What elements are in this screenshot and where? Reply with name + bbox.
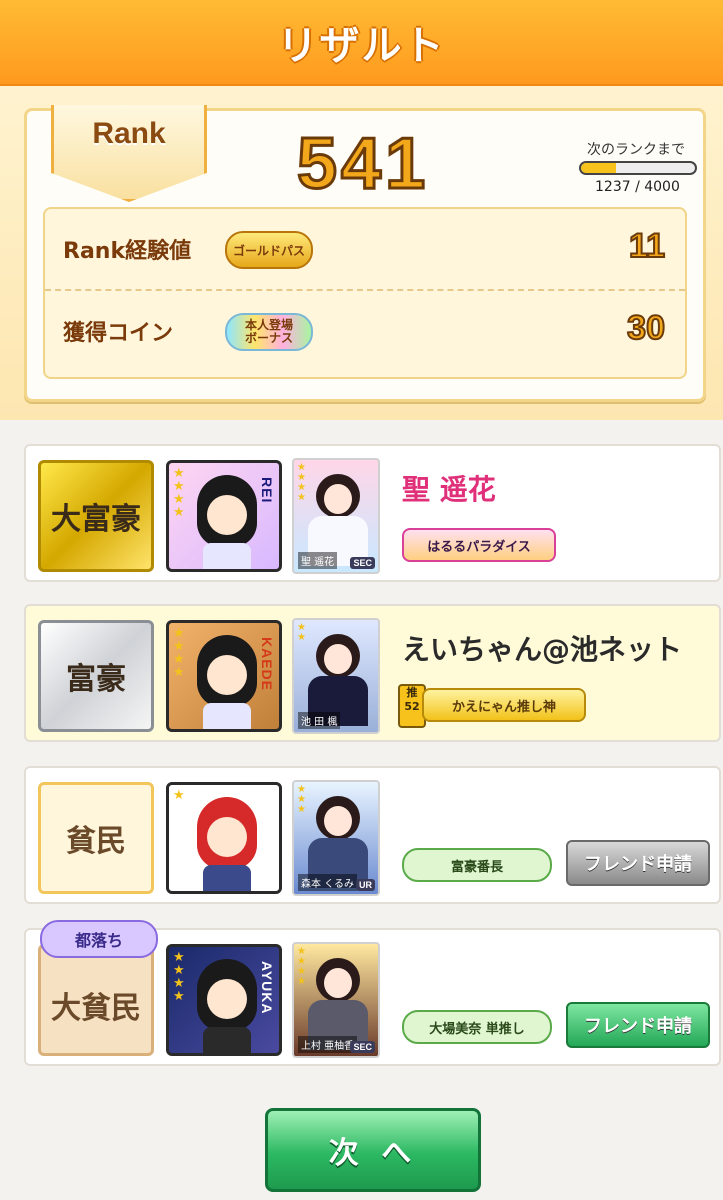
status-badge: 大貧民 bbox=[38, 944, 154, 1056]
star-icon: ★ ★ ★ ★ bbox=[173, 626, 185, 680]
player-row-4: 大貧民 都落ち ★ ★ ★ ★ AYUKA ★ ★ ★ ★ 上村 亜柚香 SEC 大場美奈 … bbox=[24, 920, 721, 1066]
card-rarity: UR bbox=[356, 879, 375, 891]
player-name: えいちゃん@池ネット bbox=[402, 633, 683, 666]
member-photo-icon bbox=[316, 796, 360, 840]
next-rank-label: 次のランクまで bbox=[587, 142, 685, 158]
exp-label: Rank経験値 bbox=[63, 239, 192, 264]
star-icon: ★ ★ ★ bbox=[297, 784, 306, 815]
avatar[interactable]: ★ ★ ★ ★ REI bbox=[166, 460, 282, 572]
avatar-face-icon bbox=[197, 475, 257, 547]
avatar[interactable]: ★ ★ ★ ★ AYUKA bbox=[166, 944, 282, 1056]
member-photo-icon bbox=[316, 958, 360, 1002]
star-icon: ★ ★ ★ ★ bbox=[173, 950, 185, 1004]
avatar[interactable]: ★ bbox=[166, 782, 282, 894]
player-name: 聖 遥花 bbox=[402, 473, 496, 506]
player-row-2: 富豪 ★ ★ ★ ★ KAEDE ★ ★ 池 田 楓 えいちゃん@池ネット 推 52 か… bbox=[24, 604, 721, 742]
avatar-face-icon bbox=[197, 959, 257, 1031]
avatar-body-icon bbox=[203, 703, 251, 729]
appearance-bonus-badge-subtext: ボーナス bbox=[244, 331, 293, 345]
avatar-name: AYUKA bbox=[259, 961, 275, 1015]
avatar-body-icon bbox=[203, 543, 251, 569]
avatar-body-icon bbox=[203, 865, 251, 891]
player-row-3: 貧民 ★ ★ ★ ★ 森本 くるみ UR 富豪番長 フレンド申請 bbox=[24, 766, 721, 904]
title-badge: かえにゃん推し神 bbox=[422, 688, 586, 722]
avatar[interactable]: ★ ★ ★ ★ KAEDE bbox=[166, 620, 282, 732]
reward-box: Rank経験値 ゴールドパス 11 獲得コイン 本人登場 ボーナス 30 bbox=[43, 207, 687, 379]
player-row-1: 大富豪 ★ ★ ★ ★ REI ★ ★ ★ ★ 聖 遥花 SEC 聖 遥花 はるるパラダイス bbox=[24, 444, 721, 582]
member-card[interactable]: ★ ★ ★ ★ 聖 遥花 SEC bbox=[292, 458, 380, 574]
card-rarity: SEC bbox=[350, 1041, 375, 1053]
avatar-body-icon bbox=[203, 1027, 251, 1053]
oshi-level: 52 bbox=[404, 700, 420, 713]
star-icon: ★ bbox=[173, 788, 185, 803]
friend-request-button[interactable]: フレンド申請 bbox=[566, 1002, 710, 1048]
oshi-label: 推 bbox=[406, 686, 418, 699]
coin-label: 獲得コイン bbox=[63, 321, 174, 346]
status-badge: 貧民 bbox=[38, 782, 154, 894]
card-rarity: SEC bbox=[350, 557, 375, 569]
next-rank-progress-fill bbox=[581, 163, 617, 173]
appearance-bonus-badge: 本人登場 ボーナス bbox=[225, 313, 313, 351]
status-badge: 富豪 bbox=[38, 620, 154, 732]
rank-panel: Rank 541 次のランクまで 1237 / 4000 Rank経験値 ゴール… bbox=[24, 105, 706, 402]
member-photo-icon bbox=[316, 634, 360, 678]
card-name: 聖 遥花 bbox=[298, 552, 338, 569]
reward-row-coin: 獲得コイン 本人登場 ボーナス 30 bbox=[45, 291, 685, 371]
exp-value: 11 bbox=[628, 226, 666, 266]
title-badge: 大場美奈 単推し bbox=[402, 1010, 552, 1044]
star-icon: ★ ★ bbox=[297, 622, 306, 643]
card-name: 上村 亜柚香 bbox=[298, 1036, 358, 1053]
gold-pass-badge-text: ゴールドパス bbox=[232, 243, 305, 258]
member-card[interactable]: ★ ★ ★ ★ 上村 亜柚香 SEC bbox=[292, 942, 380, 1058]
next-rank-progress-bar bbox=[579, 161, 697, 175]
star-icon: ★ ★ ★ ★ bbox=[173, 466, 185, 520]
star-icon: ★ ★ ★ ★ bbox=[297, 462, 306, 503]
star-icon: ★ ★ ★ ★ bbox=[297, 946, 306, 987]
avatar-name: REI bbox=[259, 477, 275, 504]
friend-request-button[interactable]: フレンド申請 bbox=[566, 840, 710, 886]
member-photo-icon bbox=[316, 474, 360, 518]
avatar-name: KAEDE bbox=[259, 637, 275, 692]
rank-ribbon: Rank bbox=[51, 105, 207, 202]
page-title: リザルト bbox=[277, 23, 446, 69]
header-bar: リザルト bbox=[0, 0, 723, 86]
title-badge: 富豪番長 bbox=[402, 848, 552, 882]
next-rank-progress-text: 1237 / 4000 bbox=[595, 179, 680, 195]
status-badge: 大富豪 bbox=[38, 460, 154, 572]
title-badge: はるるパラダイス bbox=[402, 528, 556, 562]
member-card[interactable]: ★ ★ 池 田 楓 bbox=[292, 618, 380, 734]
card-name: 池 田 楓 bbox=[298, 712, 341, 729]
rank-label: Rank bbox=[92, 117, 166, 150]
avatar-face-icon bbox=[197, 797, 257, 869]
coin-value: 30 bbox=[626, 308, 666, 348]
card-name: 森本 くるみ bbox=[298, 874, 357, 891]
rank-value: 541 bbox=[295, 123, 430, 206]
member-card[interactable]: ★ ★ ★ 森本 くるみ UR bbox=[292, 780, 380, 896]
next-button[interactable]: 次 へ bbox=[265, 1108, 481, 1192]
reward-row-exp: Rank経験値 ゴールドパス 11 bbox=[45, 209, 685, 291]
demotion-tag: 都落ち bbox=[40, 920, 158, 958]
rank-area: Rank 541 次のランクまで 1237 / 4000 Rank経験値 ゴール… bbox=[0, 86, 723, 420]
avatar-face-icon bbox=[197, 635, 257, 707]
gold-pass-badge: ゴールドパス bbox=[225, 231, 313, 269]
